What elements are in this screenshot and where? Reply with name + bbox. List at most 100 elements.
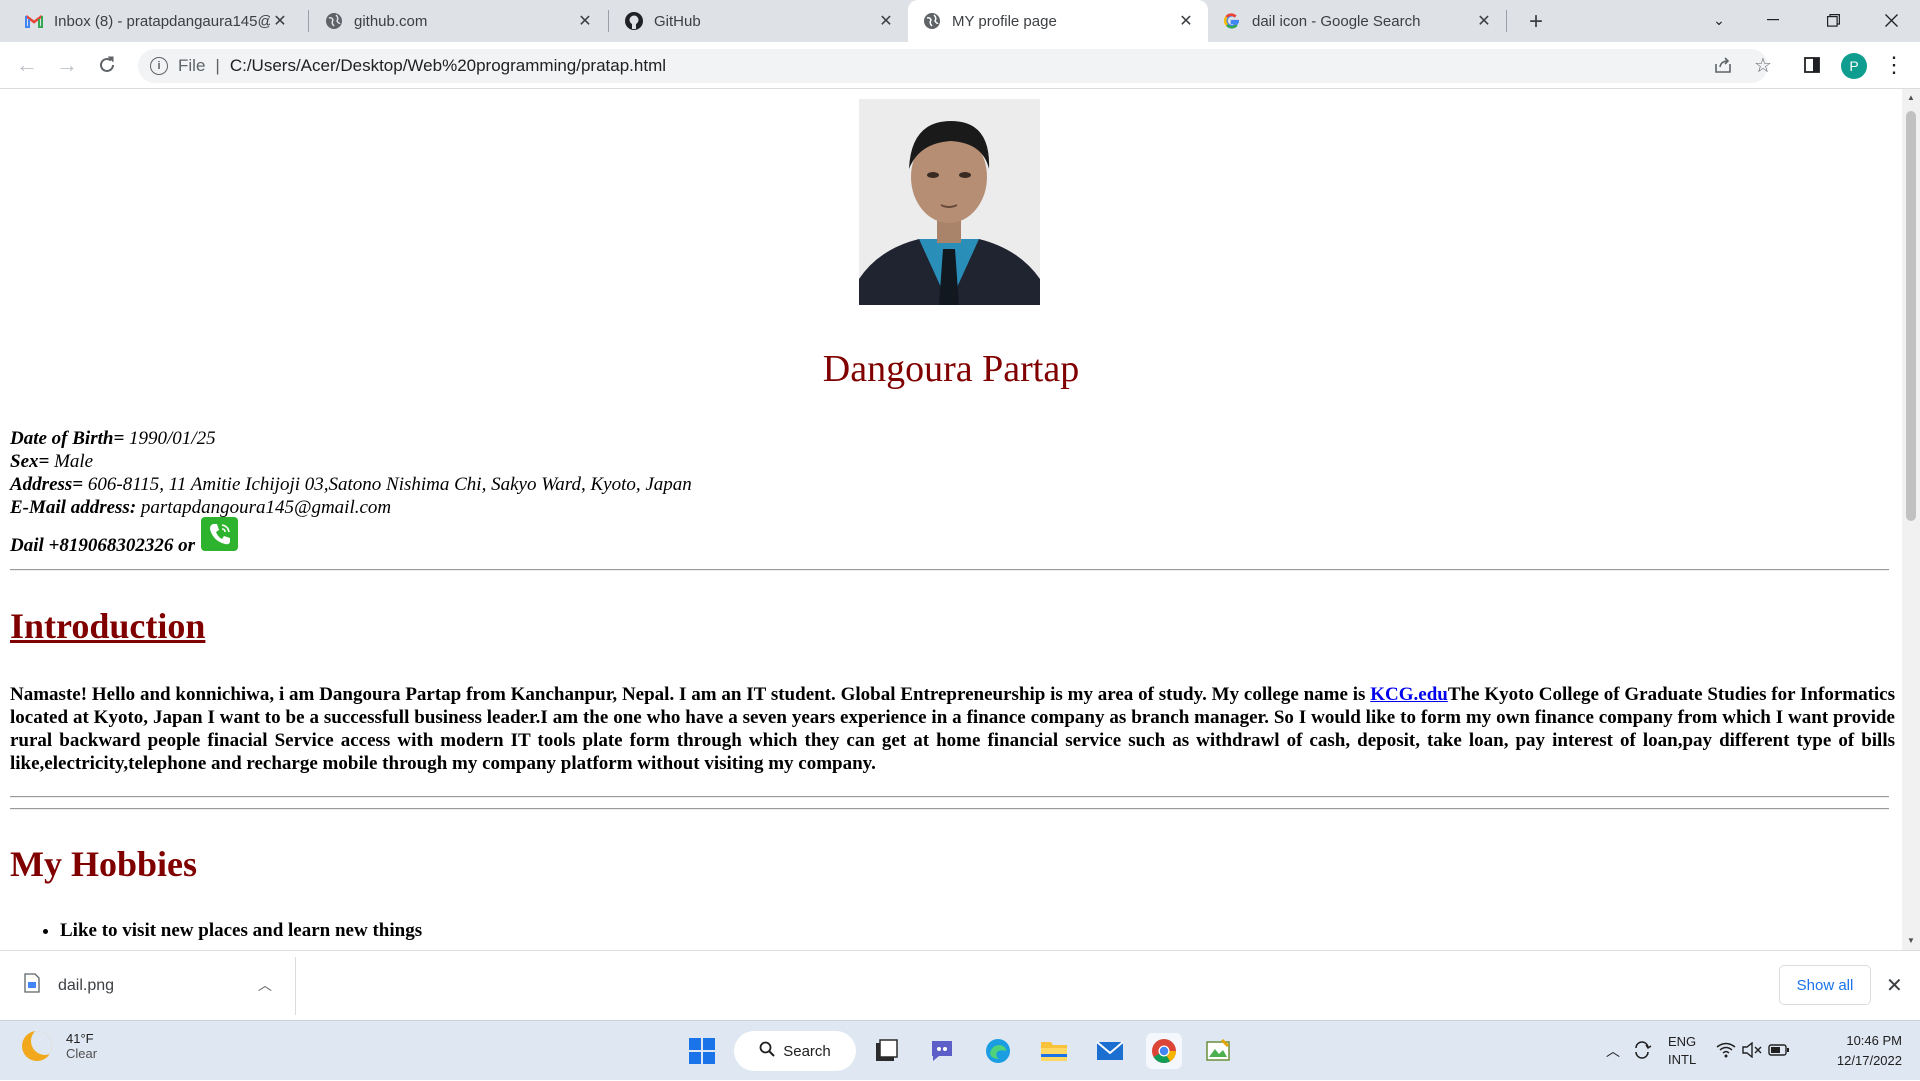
scroll-up-arrow-icon[interactable]: ▲ (1906, 93, 1916, 103)
college-link[interactable]: KCG.edu (1370, 684, 1448, 705)
task-view-icon[interactable] (868, 1033, 904, 1069)
tab-title: GitHub (654, 12, 701, 30)
image-editor-icon[interactable] (1200, 1033, 1236, 1069)
teams-chat-icon[interactable] (924, 1033, 960, 1069)
language-indicator[interactable]: ENG INTL (1668, 1033, 1696, 1069)
close-window-icon[interactable] (1862, 0, 1920, 40)
search-icon (759, 1041, 775, 1061)
edge-browser-icon[interactable] (980, 1033, 1016, 1069)
battery-icon[interactable] (1768, 1043, 1790, 1060)
close-tab-icon[interactable]: ✕ (1474, 11, 1494, 31)
profile-avatar[interactable]: P (1841, 53, 1867, 79)
close-downloads-icon[interactable]: ✕ (1886, 973, 1903, 998)
email-label: E-Mail address: (10, 497, 137, 518)
restore-icon[interactable] (1804, 0, 1862, 40)
file-explorer-icon[interactable] (1036, 1033, 1072, 1069)
sex-value: Male (49, 451, 94, 472)
minimize-icon[interactable] (1744, 0, 1802, 40)
download-filename: dail.png (58, 976, 115, 994)
kebab-menu-icon[interactable]: ⋮ (1879, 50, 1909, 80)
globe-icon (922, 11, 942, 31)
share-icon[interactable] (1708, 50, 1738, 80)
system-tray: ︿ ENG INTL (1606, 1021, 1790, 1081)
phone-dial-icon[interactable] (201, 517, 238, 551)
hobbies-list: Like to visit new places and learn new t… (60, 919, 422, 942)
personal-info: Date of Birth= 1990/01/25 Sex= Male Addr… (10, 427, 692, 519)
info-icon[interactable]: i (150, 57, 168, 75)
tab-gmail[interactable]: Inbox (8) - pratapdangaura145@ ✕ (12, 0, 302, 42)
tab-title: MY profile page (952, 12, 1057, 30)
sex-line: Sex= Male (10, 450, 692, 473)
google-icon (1222, 11, 1242, 31)
browser-toolbar: ← → i File | C:/Users/Acer/Desktop/Web%2… (0, 42, 1920, 89)
chevron-up-icon[interactable]: ︿ (1606, 1041, 1620, 1061)
taskbar-clock[interactable]: 10:46 PM 12/17/2022 (1820, 1031, 1902, 1071)
sync-icon[interactable] (1632, 1040, 1652, 1063)
dob-line: Date of Birth= 1990/01/25 (10, 427, 692, 450)
volume-muted-icon[interactable] (1742, 1041, 1762, 1061)
scroll-down-arrow-icon[interactable]: ▼ (1906, 936, 1916, 946)
close-tab-icon[interactable]: ✕ (270, 11, 290, 31)
close-tab-icon[interactable]: ✕ (1176, 11, 1196, 31)
search-label: Search (783, 1042, 831, 1060)
list-item: Like to visit new places and learn new t… (60, 919, 422, 942)
introduction-paragraph: Namaste! Hello and konnichiwa, i am Dang… (10, 683, 1895, 775)
scheme-label: File (178, 56, 206, 75)
windows-start-icon[interactable] (684, 1033, 720, 1069)
divider (10, 808, 1889, 810)
windows-taskbar: 41°F Clear Search ︿ ENG INTL 10:46 PM 12… (0, 1020, 1920, 1080)
sex-label: Sex= (10, 451, 50, 472)
scrollbar-thumb[interactable] (1906, 111, 1916, 521)
url-text: C:/Users/Acer/Desktop/Web%20programming/… (229, 56, 667, 75)
tab-search-chevron-icon[interactable]: ⌄ (1690, 0, 1748, 40)
tab-separator (1506, 10, 1507, 32)
close-tab-icon[interactable]: ✕ (876, 11, 896, 31)
moon-icon (22, 1031, 52, 1061)
show-all-button[interactable]: Show all (1779, 965, 1871, 1005)
weather-widget[interactable]: 41°F Clear (22, 1031, 97, 1061)
github-icon (624, 11, 644, 31)
scheme-separator: | (215, 56, 220, 75)
mail-icon[interactable] (1092, 1033, 1128, 1069)
language-code: ENG (1668, 1034, 1697, 1049)
tab-title: github.com (354, 12, 428, 30)
address-line: Address= 606-8115, 11 Amitie Ichijoji 03… (10, 473, 692, 496)
back-arrow-icon[interactable]: ← (12, 50, 42, 80)
gmail-icon (24, 11, 44, 31)
address-bar[interactable]: i File | C:/Users/Acer/Desktop/Web%20pro… (138, 49, 1768, 83)
vertical-scrollbar[interactable]: ▲ ▼ (1902, 89, 1920, 950)
chevron-up-icon[interactable]: ︿ (258, 975, 272, 995)
file-icon (24, 973, 40, 998)
profile-photo (859, 99, 1040, 305)
tab-google-search[interactable]: dail icon - Google Search ✕ (1210, 0, 1506, 42)
profile-name-heading: Dangoura Partap (822, 348, 1080, 390)
wifi-icon[interactable] (1716, 1042, 1736, 1061)
address-label: Address= (10, 474, 84, 495)
dob-label: Date of Birth= (10, 428, 125, 449)
clock-time: 10:46 PM (1846, 1033, 1902, 1048)
tab-github-com[interactable]: github.com ✕ (312, 0, 607, 42)
email-value: partapdangoura145@gmail.com (136, 497, 392, 518)
globe-icon (324, 11, 344, 31)
bookmark-star-icon[interactable]: ☆ (1748, 50, 1778, 80)
new-tab-plus-icon[interactable]: + (1520, 6, 1552, 38)
close-tab-icon[interactable]: ✕ (575, 11, 595, 31)
download-separator (295, 957, 296, 1015)
dial-text: Dail +819068302326 or (10, 535, 195, 556)
divider (10, 796, 1889, 798)
tab-github[interactable]: GitHub ✕ (612, 0, 908, 42)
tab-separator (308, 10, 309, 32)
tab-title: dail icon - Google Search (1252, 12, 1421, 30)
download-item[interactable]: dail.png (24, 973, 114, 998)
forward-arrow-icon[interactable]: → (52, 50, 82, 80)
taskbar-search-button[interactable]: Search (734, 1031, 856, 1071)
divider (10, 569, 1889, 571)
tab-title: Inbox (8) - pratapdangaura145@ (54, 12, 270, 30)
address-value: 606-8115, 11 Amitie Ichijoji 03,Satono N… (83, 474, 692, 495)
side-panel-icon[interactable] (1797, 50, 1827, 80)
intro-text-before: Namaste! Hello and konnichiwa, i am Dang… (10, 684, 1371, 705)
tab-my-profile-page[interactable]: MY profile page ✕ (908, 0, 1208, 42)
tab-strip: Inbox (8) - pratapdangaura145@ ✕ github.… (0, 0, 1920, 42)
chrome-icon[interactable] (1146, 1033, 1182, 1069)
reload-icon[interactable] (92, 50, 122, 80)
